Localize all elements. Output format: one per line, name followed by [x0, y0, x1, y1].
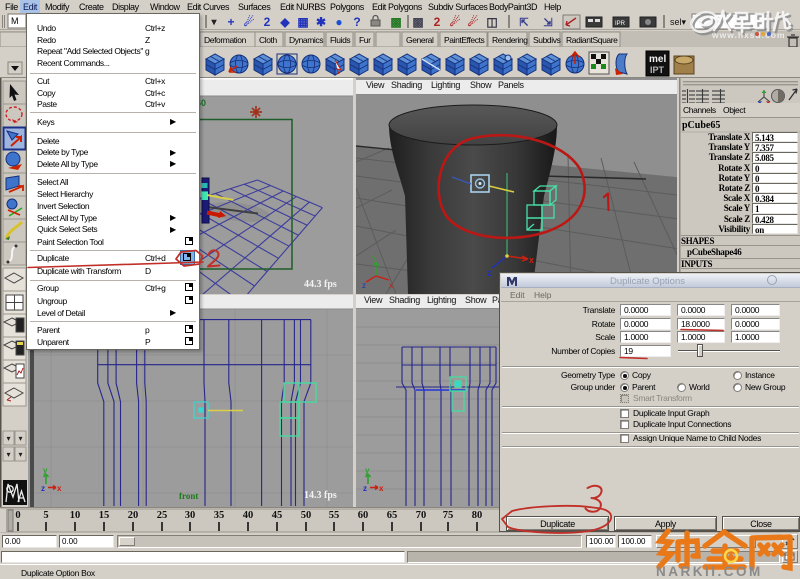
svg-text:50: 50	[301, 510, 312, 521]
svg-text:Fluids: Fluids	[330, 35, 350, 45]
svg-text:z: z	[363, 484, 367, 493]
svg-text:⇲: ⇲	[543, 17, 552, 29]
svg-text:RadiantSquare: RadiantSquare	[566, 35, 618, 45]
svg-text:Deformation: Deformation	[204, 35, 247, 45]
svg-text:Fur: Fur	[359, 35, 371, 45]
svg-text:20: 20	[128, 510, 139, 521]
svg-text:25: 25	[157, 510, 168, 521]
svg-text:z: z	[487, 268, 492, 278]
svg-text:80: 80	[472, 510, 483, 521]
svg-text:☄: ☄	[450, 15, 461, 29]
svg-text:IPR: IPR	[615, 21, 626, 27]
svg-text:x: x	[389, 281, 393, 290]
svg-text:35: 35	[214, 510, 225, 521]
svg-text:5: 5	[43, 510, 48, 521]
svg-text:◫: ◫	[486, 15, 497, 29]
svg-text:▾: ▾	[18, 434, 22, 443]
svg-text:IPT: IPT	[650, 65, 665, 75]
svg-text:pCube65: pCube65	[682, 120, 720, 131]
svg-text:0: 0	[15, 510, 20, 521]
svg-text:?: ?	[353, 15, 360, 29]
svg-text:▾: ▾	[18, 450, 22, 459]
svg-text:z: z	[41, 484, 45, 493]
svg-text:+: +	[227, 15, 234, 29]
svg-text:mel: mel	[649, 54, 666, 65]
svg-text:Channels: Channels	[683, 105, 716, 115]
svg-text:70: 70	[416, 510, 427, 521]
svg-text:z: z	[362, 281, 366, 290]
svg-text:▩: ▩	[412, 15, 423, 29]
svg-text:Cloth: Cloth	[259, 35, 278, 45]
svg-text:x: x	[529, 255, 534, 265]
svg-text:30: 30	[185, 510, 196, 521]
svg-text:Subdivs: Subdivs	[533, 35, 561, 45]
svg-text:◆: ◆	[279, 15, 290, 29]
svg-text:x: x	[57, 484, 62, 493]
svg-text:●: ●	[335, 15, 342, 29]
svg-text:▾: ▾	[210, 17, 217, 28]
svg-text:10: 10	[70, 510, 81, 521]
svg-text:front: front	[179, 491, 198, 501]
svg-text:y: y	[43, 466, 48, 475]
svg-text:2: 2	[434, 15, 441, 29]
svg-text:General: General	[406, 35, 434, 45]
svg-text:14.3 fps: 14.3 fps	[304, 490, 337, 501]
svg-text:Object: Object	[723, 105, 746, 115]
svg-text:40: 40	[243, 510, 254, 521]
svg-text:⇱: ⇱	[519, 17, 528, 29]
svg-text:y: y	[365, 466, 370, 475]
svg-text:☄: ☄	[468, 15, 479, 29]
svg-text:45: 45	[272, 510, 283, 521]
svg-text:M: M	[11, 16, 19, 26]
svg-text:▦: ▦	[297, 15, 308, 29]
svg-text:75: 75	[443, 510, 454, 521]
svg-text:55: 55	[329, 510, 340, 521]
svg-text:44.3 fps: 44.3 fps	[304, 279, 337, 290]
svg-text:▾: ▾	[6, 434, 10, 443]
svg-text:y: y	[372, 253, 376, 262]
svg-text:2: 2	[264, 15, 271, 29]
svg-text:65: 65	[387, 510, 398, 521]
svg-text:sel▾: sel▾	[670, 17, 687, 27]
svg-text:Rendering: Rendering	[492, 35, 528, 45]
svg-text:Dynamics: Dynamics	[289, 35, 323, 45]
svg-text:x: x	[379, 484, 384, 493]
svg-text:☄: ☄	[244, 15, 255, 29]
svg-text:60: 60	[358, 510, 369, 521]
svg-text:▾: ▾	[6, 450, 10, 459]
svg-text:▩: ▩	[390, 15, 401, 29]
svg-text:✱: ✱	[316, 15, 326, 29]
svg-text:15: 15	[99, 510, 110, 521]
svg-text:PaintEffects: PaintEffects	[444, 35, 485, 45]
